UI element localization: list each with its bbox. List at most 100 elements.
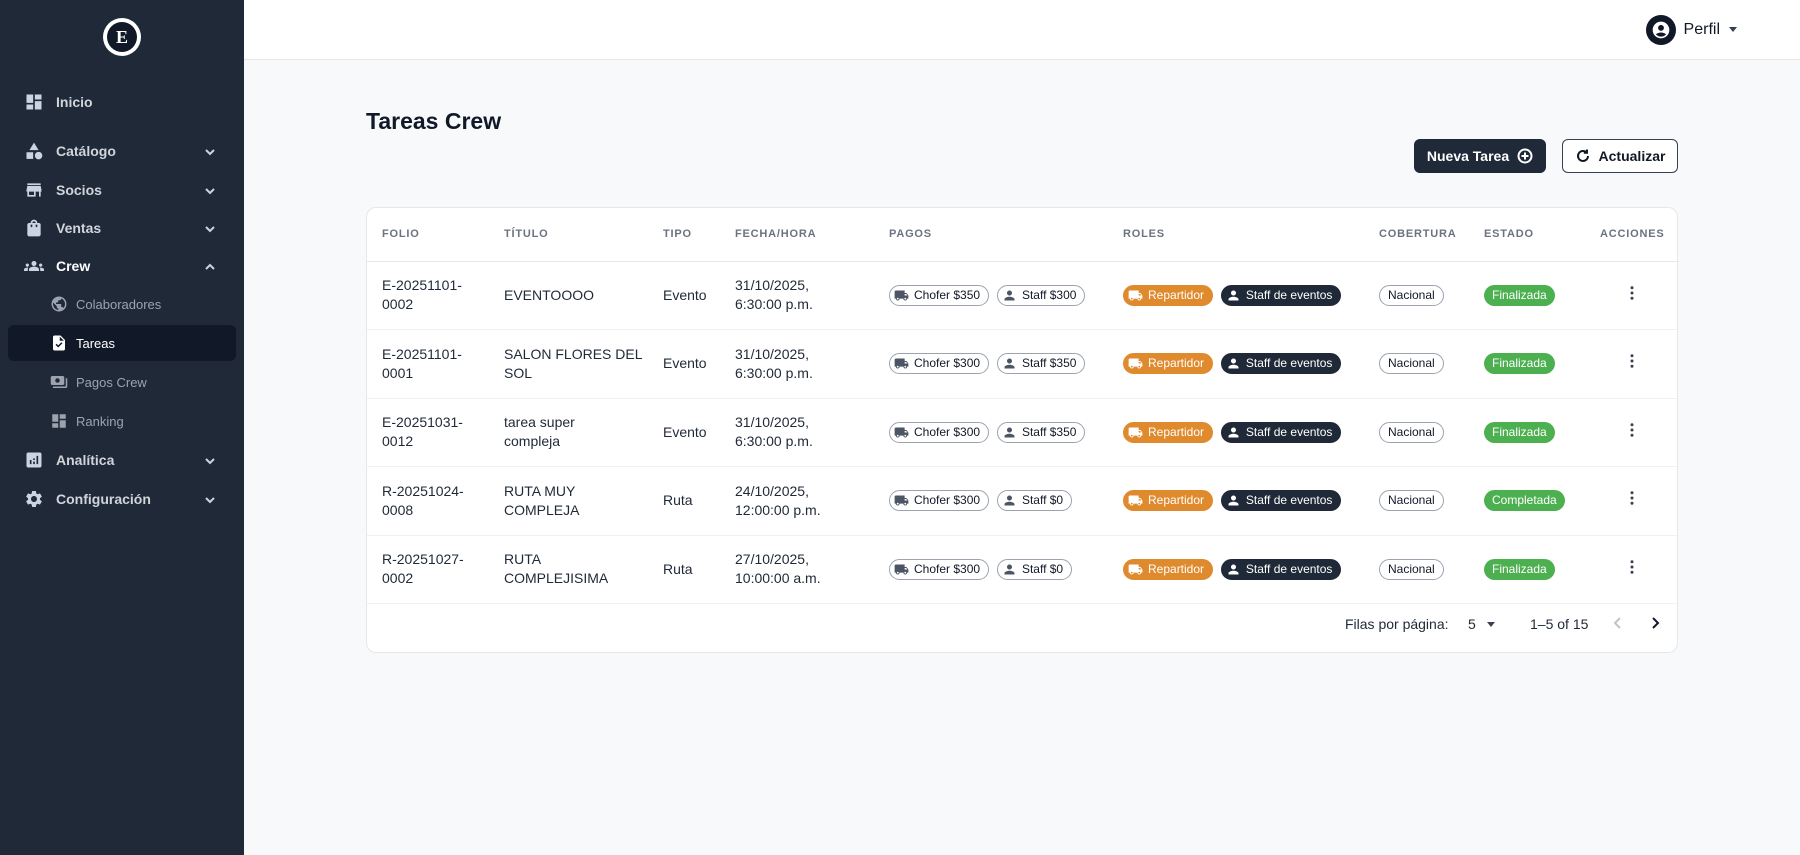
person-icon bbox=[1004, 495, 1015, 506]
truck-icon bbox=[894, 495, 909, 506]
column-header[interactable]: ROLES bbox=[1108, 208, 1364, 262]
more-vertical-icon bbox=[1630, 286, 1634, 300]
column-header[interactable]: FECHA/HORA bbox=[720, 208, 874, 262]
profile-menu[interactable]: Perfil bbox=[1645, 15, 1738, 45]
role-chip-staff-eventos: Staff de eventos bbox=[1220, 284, 1342, 306]
pagination-range: 1–5 of 15 bbox=[1530, 616, 1589, 632]
column-header[interactable]: COBERTURA bbox=[1364, 208, 1469, 262]
table-row[interactable]: E-20251101- 0002 EVENTOOOO Evento 31/10/2… bbox=[367, 261, 1679, 330]
cell-estado: Finalizada bbox=[1469, 329, 1585, 399]
person-icon bbox=[1004, 427, 1015, 438]
gear-icon bbox=[24, 489, 44, 509]
sidebar-item-inicio[interactable]: Inicio bbox=[8, 84, 236, 120]
page-title: Tareas Crew bbox=[366, 108, 502, 134]
sidebar-item-crew[interactable]: Crew bbox=[8, 248, 236, 284]
tasks-table-card: FOLIO TÍTULO TIPO FECHA/HORA PAGOS ROLES… bbox=[366, 207, 1679, 653]
sidebar: E Inicio Catálogo Socios Ventas Crew Col… bbox=[0, 0, 244, 855]
person-icon bbox=[1228, 564, 1239, 575]
previous-page-button[interactable] bbox=[1610, 615, 1626, 634]
group-icon bbox=[24, 256, 44, 276]
sidebar-subitem-label: Ranking bbox=[76, 413, 124, 429]
person-icon bbox=[1228, 495, 1239, 506]
next-page-button[interactable] bbox=[1647, 615, 1663, 634]
cell-estado: Finalizada bbox=[1469, 261, 1585, 330]
sidebar-subitem-label: Tareas bbox=[76, 335, 116, 351]
cell-roles: Repartidor Staff de eventos bbox=[1108, 535, 1364, 604]
cell-tipo: Evento bbox=[648, 261, 720, 330]
payment-chip-chofer: Chofer $300 bbox=[889, 353, 990, 375]
sidebar-subitem-ranking[interactable]: Ranking bbox=[8, 403, 236, 439]
coverage-chip: Nacional bbox=[1379, 490, 1444, 512]
cell-estado: Completada bbox=[1469, 466, 1585, 536]
row-actions-button[interactable] bbox=[1623, 354, 1641, 373]
cell-cobertura: Nacional bbox=[1364, 398, 1469, 467]
sidebar-subitem-colaboradores[interactable]: Colaboradores bbox=[8, 286, 236, 322]
more-vertical-icon bbox=[1630, 354, 1634, 368]
row-actions-button[interactable] bbox=[1623, 423, 1641, 442]
column-header[interactable]: ESTADO bbox=[1469, 208, 1585, 262]
cell-cobertura: Nacional bbox=[1364, 329, 1469, 399]
rows-per-page-label: Filas por página: bbox=[1345, 616, 1449, 632]
cell-folio: E-20251101- 0002 bbox=[367, 261, 489, 330]
cell-titulo: EVENTOOOO bbox=[489, 261, 648, 330]
sidebar-item-label: Analítica bbox=[56, 452, 115, 468]
role-chip-repartidor: Repartidor bbox=[1123, 558, 1214, 580]
analytics-icon bbox=[24, 450, 44, 470]
column-header[interactable]: TÍTULO bbox=[489, 208, 648, 262]
row-actions-button[interactable] bbox=[1623, 491, 1641, 510]
sidebar-item-catalogo[interactable]: Catálogo bbox=[8, 133, 236, 169]
cell-roles: Repartidor Staff de eventos bbox=[1108, 329, 1364, 399]
sidebar-item-configuracion[interactable]: Configuración bbox=[8, 481, 236, 517]
payment-chip-chofer: Chofer $350 bbox=[889, 284, 990, 306]
row-actions-button[interactable] bbox=[1623, 560, 1641, 579]
truck-icon bbox=[1128, 427, 1143, 438]
payment-chip-staff: Staff $300 bbox=[996, 284, 1086, 306]
sidebar-item-ventas[interactable]: Ventas bbox=[8, 210, 236, 246]
column-header[interactable]: PAGOS bbox=[874, 208, 1108, 262]
new-task-button[interactable]: Nueva Tarea bbox=[1414, 139, 1546, 173]
dashboard-icon bbox=[24, 92, 44, 112]
cell-roles: Repartidor Staff de eventos bbox=[1108, 466, 1364, 536]
more-vertical-icon bbox=[1630, 491, 1634, 505]
store-icon bbox=[24, 180, 44, 200]
person-icon bbox=[1004, 564, 1015, 575]
truck-icon bbox=[894, 358, 909, 369]
payment-chip-chofer: Chofer $300 bbox=[889, 558, 990, 580]
truck-icon bbox=[894, 564, 909, 575]
coverage-chip: Nacional bbox=[1379, 353, 1444, 375]
coverage-chip: Nacional bbox=[1379, 284, 1444, 306]
column-header[interactable]: TIPO bbox=[648, 208, 720, 262]
table-row[interactable]: E-20251101- 0001 SALON FLORES DEL SOL Even… bbox=[367, 329, 1679, 399]
sidebar-subitem-tareas[interactable]: Tareas bbox=[8, 325, 236, 361]
new-task-label: Nueva Tarea bbox=[1426, 148, 1510, 164]
sidebar-subitem-pagos-crew[interactable]: Pagos Crew bbox=[8, 364, 236, 400]
dashboard-icon bbox=[50, 412, 68, 430]
truck-icon bbox=[1128, 358, 1143, 369]
role-chip-staff-eventos: Staff de eventos bbox=[1220, 490, 1342, 512]
cell-fecha: 31/10/2025, 6:30:00 p.m. bbox=[720, 329, 874, 399]
refresh-button[interactable]: Actualizar bbox=[1562, 139, 1678, 173]
person-icon bbox=[1004, 358, 1015, 369]
sidebar-item-socios[interactable]: Socios bbox=[8, 172, 236, 208]
chevron-right-icon bbox=[1652, 617, 1660, 629]
cell-cobertura: Nacional bbox=[1364, 466, 1469, 536]
sidebar-item-analitica[interactable]: Analítica bbox=[8, 442, 236, 478]
payment-chip-staff: Staff $0 bbox=[996, 558, 1073, 580]
refresh-label: Actualizar bbox=[1598, 148, 1666, 164]
column-header[interactable]: ACCIONES bbox=[1585, 208, 1679, 262]
cell-fecha: 31/10/2025, 6:30:00 p.m. bbox=[720, 398, 874, 467]
more-vertical-icon bbox=[1630, 560, 1634, 574]
table-row[interactable]: E-20251031- 0012 tarea super compleja Even… bbox=[367, 398, 1679, 467]
table-row[interactable]: R-20251027- 0002 RUTA COMPLEJISIMA Ruta 27… bbox=[367, 535, 1679, 604]
cell-pagos: Chofer $300 Staff $0 bbox=[874, 535, 1108, 604]
rows-per-page-select[interactable]: 5 bbox=[1468, 616, 1496, 632]
coverage-chip: Nacional bbox=[1379, 421, 1444, 443]
role-chip-staff-eventos: Staff de eventos bbox=[1220, 353, 1342, 375]
column-header[interactable]: FOLIO bbox=[367, 208, 489, 262]
sidebar-item-label: Inicio bbox=[56, 94, 93, 110]
row-actions-button[interactable] bbox=[1623, 286, 1641, 305]
table-row[interactable]: R-20251024- 0008 RUTA MUY COMPLEJA Ruta 24… bbox=[367, 466, 1679, 536]
cell-fecha: 27/10/2025, 10:00:00 a.m. bbox=[720, 535, 874, 604]
app-logo[interactable]: E bbox=[103, 18, 141, 56]
cell-pagos: Chofer $350 Staff $300 bbox=[874, 261, 1108, 330]
